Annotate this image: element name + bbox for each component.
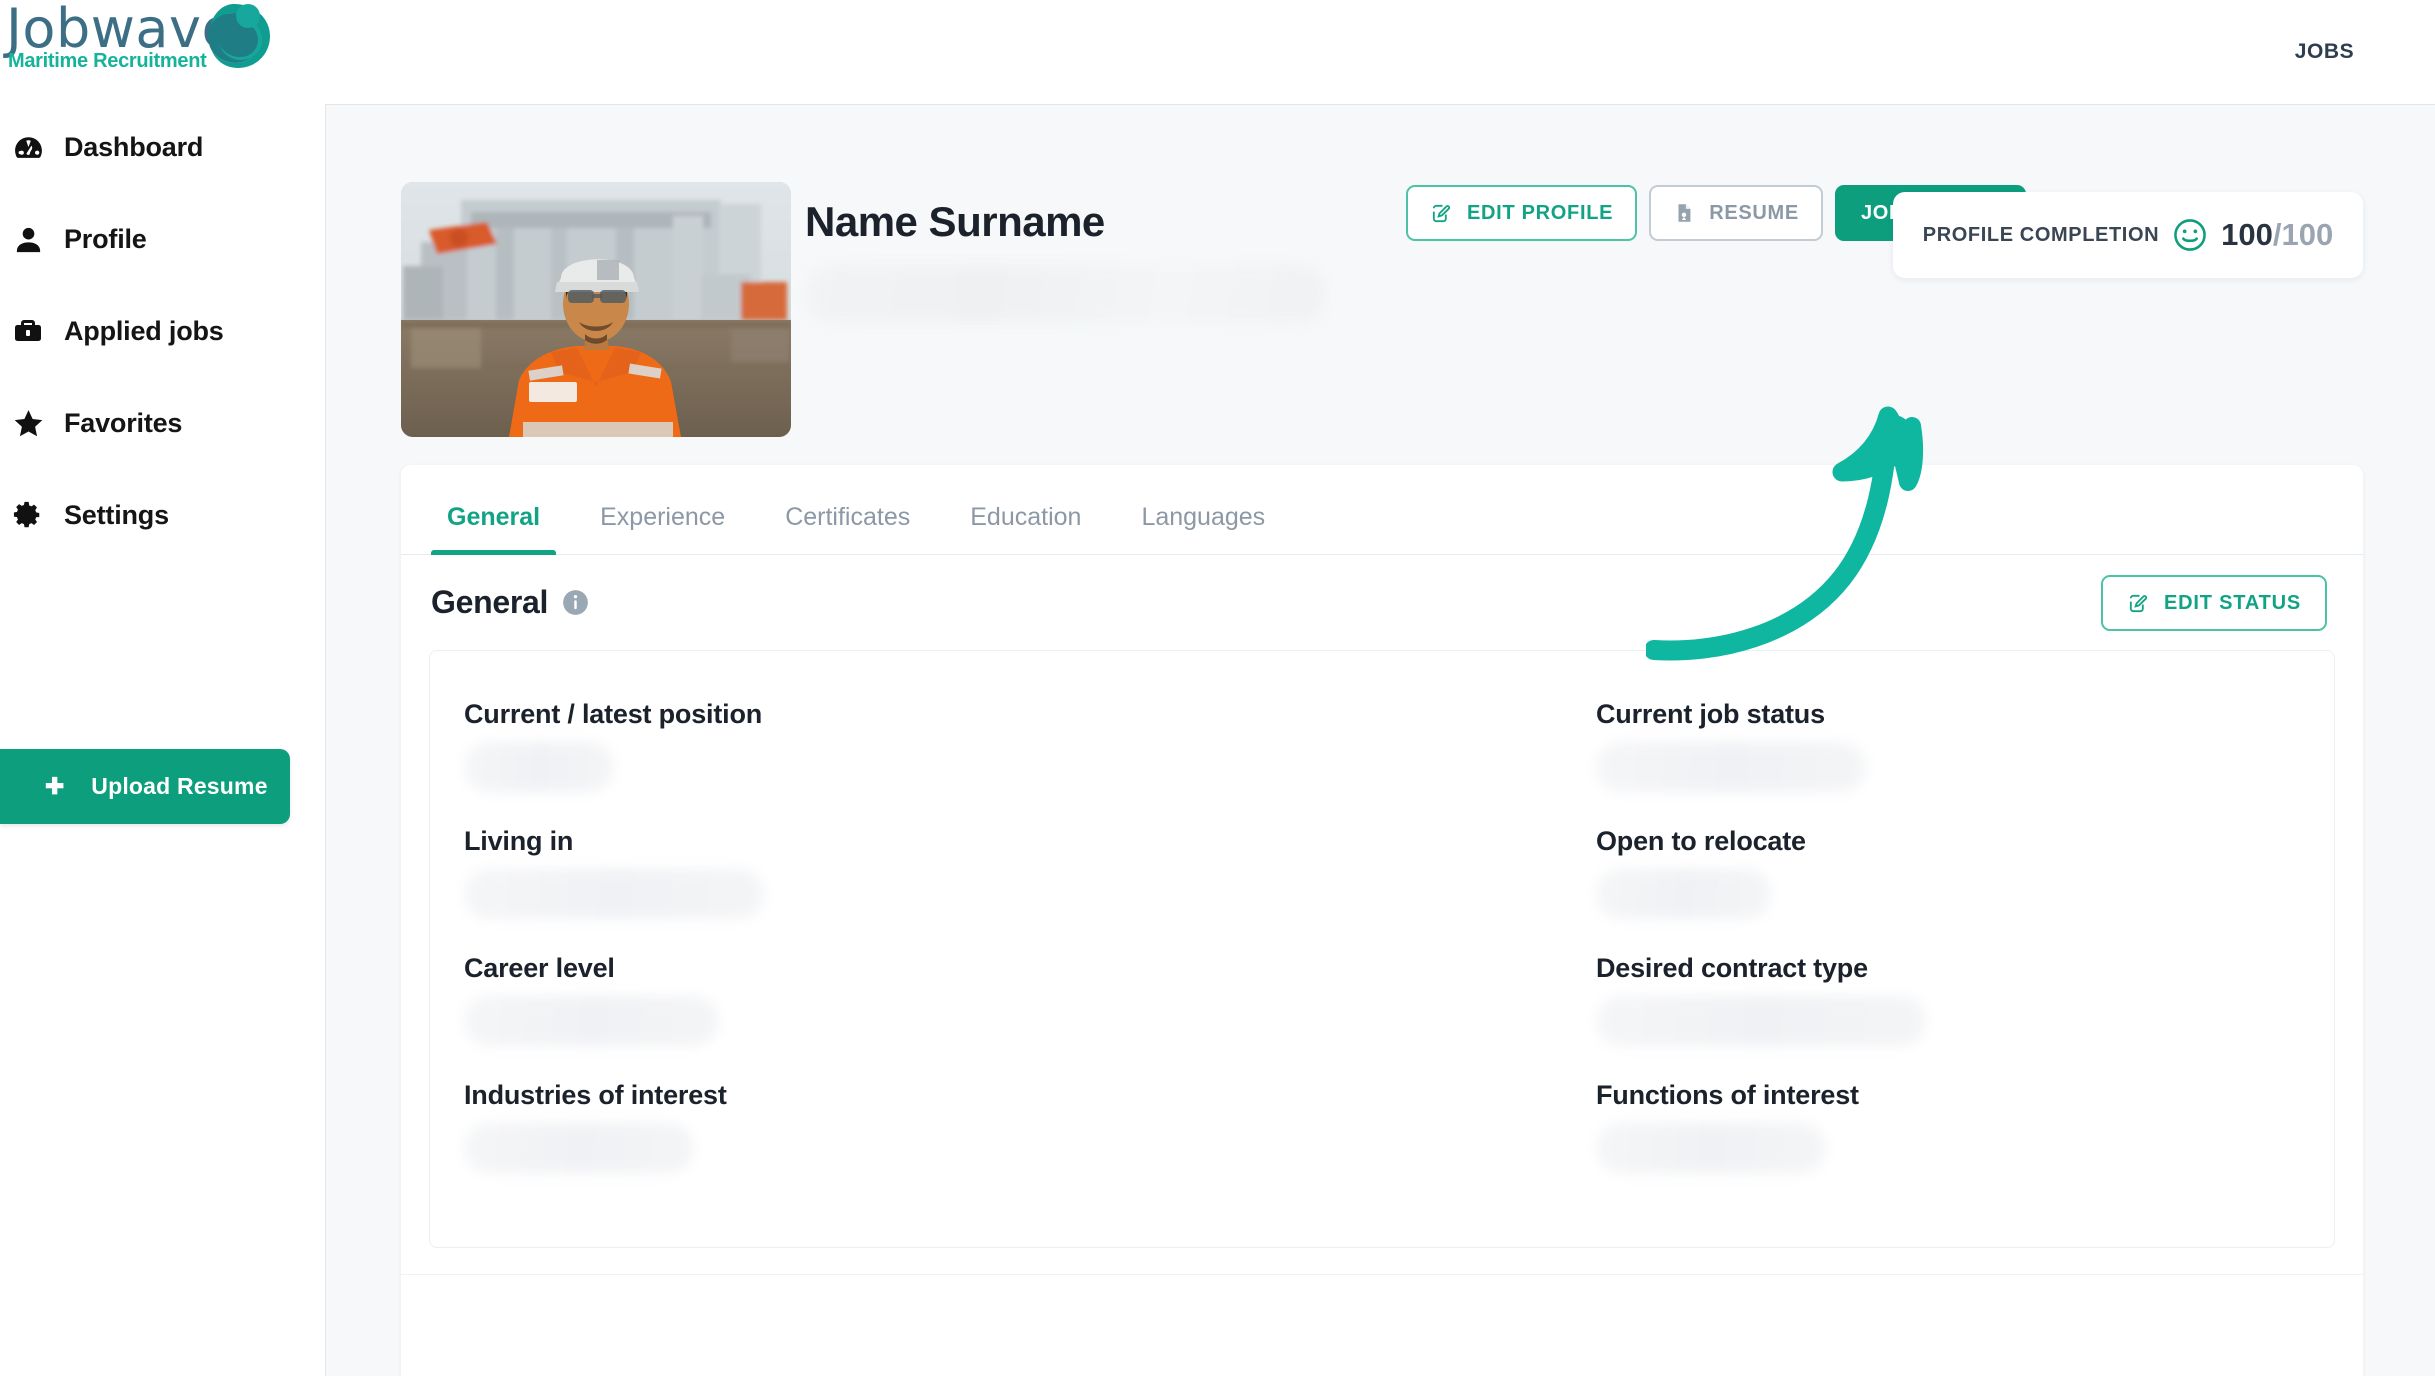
sidebar: Dashboard Profile Applied jobs Favorites… <box>0 104 325 1376</box>
page-title: Name Surname <box>805 198 1105 245</box>
sidebar-item-settings[interactable]: Settings <box>0 490 325 540</box>
wave-logo-icon <box>196 2 272 72</box>
tab-languages[interactable]: Languages <box>1111 503 1295 554</box>
brand-logo[interactable]: Jobwave Maritime Recruitment <box>6 2 278 76</box>
field-label: Open to relocate <box>1596 826 1806 856</box>
edit-profile-button[interactable]: EDIT PROFILE <box>1406 185 1638 241</box>
field-value-redacted <box>1596 742 1866 792</box>
tab-education[interactable]: Education <box>940 503 1111 554</box>
sidebar-item-label: Applied jobs <box>64 315 224 346</box>
upload-resume-label: Upload Resume <box>91 773 268 799</box>
upload-resume-button[interactable]: ✚ Upload Resume <box>0 749 290 824</box>
star-icon <box>8 403 48 443</box>
field-label: Living in <box>464 826 574 856</box>
briefcase-icon <box>8 311 48 351</box>
tab-general[interactable]: General <box>417 503 570 555</box>
field-living-in: Living in <box>430 826 1382 953</box>
profile-details-card: General Experience Certificates Educatio… <box>401 465 2363 1376</box>
profile-subtitle-redacted <box>805 265 1325 323</box>
field-label: Career level <box>464 953 615 983</box>
smiley-icon <box>2173 218 2207 252</box>
top-navigation: JOBS CO <box>2295 0 2435 104</box>
pencil-square-icon <box>2127 592 2150 615</box>
edit-status-button[interactable]: EDIT STATUS <box>2101 575 2327 631</box>
field-current-latest-position: Current / latest position <box>430 699 1382 826</box>
gear-icon <box>8 495 48 535</box>
profile-completion-badge: PROFILE COMPLETION 100/100 <box>1893 192 2363 278</box>
sidebar-nav: Dashboard Profile Applied jobs Favorites… <box>0 122 325 582</box>
field-value-redacted <box>464 1123 694 1173</box>
resume-button[interactable]: RESUME <box>1649 185 1823 241</box>
field-open-to-relocate: Open to relocate <box>1382 826 2334 953</box>
sidebar-item-favorites[interactable]: Favorites <box>0 398 325 448</box>
section-header: General EDIT STATUS <box>401 555 2363 650</box>
pencil-square-icon <box>1430 202 1453 225</box>
brand-tagline: Maritime Recruitment <box>8 50 207 72</box>
field-desired-contract-type: Desired contract type <box>1382 953 2334 1080</box>
info-circle-icon[interactable] <box>562 589 589 616</box>
general-fields-panel: Current / latest position Current job st… <box>429 650 2335 1248</box>
tab-experience[interactable]: Experience <box>570 503 755 554</box>
document-icon <box>1673 202 1695 224</box>
field-value-redacted <box>464 869 764 919</box>
app-root: Jobwave Maritime Recruitment JOBS CO <box>0 0 2435 1376</box>
card-footer <box>401 1274 2363 1354</box>
fields-grid: Current / latest position Current job st… <box>430 699 2334 1207</box>
field-value-redacted <box>464 996 719 1046</box>
field-label: Desired contract type <box>1596 953 1868 983</box>
sidebar-item-applied-jobs[interactable]: Applied jobs <box>0 306 325 356</box>
sidebar-item-label: Profile <box>64 223 147 254</box>
edit-status-label: EDIT STATUS <box>2164 591 2301 614</box>
field-value-redacted <box>464 742 614 792</box>
edit-profile-label: EDIT PROFILE <box>1467 201 1614 224</box>
sidebar-item-label: Dashboard <box>64 131 204 162</box>
field-label: Industries of interest <box>464 1080 727 1110</box>
sidebar-item-profile[interactable]: Profile <box>0 214 325 264</box>
person-icon <box>8 219 48 259</box>
field-functions-of-interest: Functions of interest <box>1382 1080 2334 1207</box>
field-label: Current job status <box>1596 699 1825 729</box>
profile-tabs: General Experience Certificates Educatio… <box>401 465 2363 555</box>
tab-certificates[interactable]: Certificates <box>755 503 940 554</box>
resume-label: RESUME <box>1709 201 1799 224</box>
top-header: Jobwave Maritime Recruitment JOBS CO <box>0 0 2435 104</box>
topnav-item-jobs[interactable]: JOBS <box>2295 40 2355 64</box>
field-value-redacted <box>1596 1123 1826 1173</box>
field-industries-of-interest: Industries of interest <box>430 1080 1382 1207</box>
profile-completion-label: PROFILE COMPLETION <box>1922 223 2160 246</box>
field-current-job-status: Current job status <box>1382 699 2334 826</box>
main-content: Name Surname EDIT PROFILE RESUME PROFILE… <box>325 104 2435 1376</box>
sidebar-item-label: Favorites <box>64 407 183 438</box>
sidebar-item-dashboard[interactable]: Dashboard <box>0 122 325 172</box>
sidebar-item-label: Settings <box>64 499 169 530</box>
plus-icon: ✚ <box>45 773 65 799</box>
speedometer-icon <box>8 127 48 167</box>
section-title: General <box>431 584 549 620</box>
field-label: Functions of interest <box>1596 1080 1859 1110</box>
field-value-redacted <box>1596 996 1926 1046</box>
avatar <box>401 182 791 437</box>
field-career-level: Career level <box>430 953 1382 1080</box>
profile-header: Name Surname EDIT PROFILE RESUME PROFILE… <box>401 170 2363 437</box>
field-value-redacted <box>1596 869 1771 919</box>
field-label: Current / latest position <box>464 699 763 729</box>
profile-completion-score: 100/100 <box>2221 217 2334 252</box>
